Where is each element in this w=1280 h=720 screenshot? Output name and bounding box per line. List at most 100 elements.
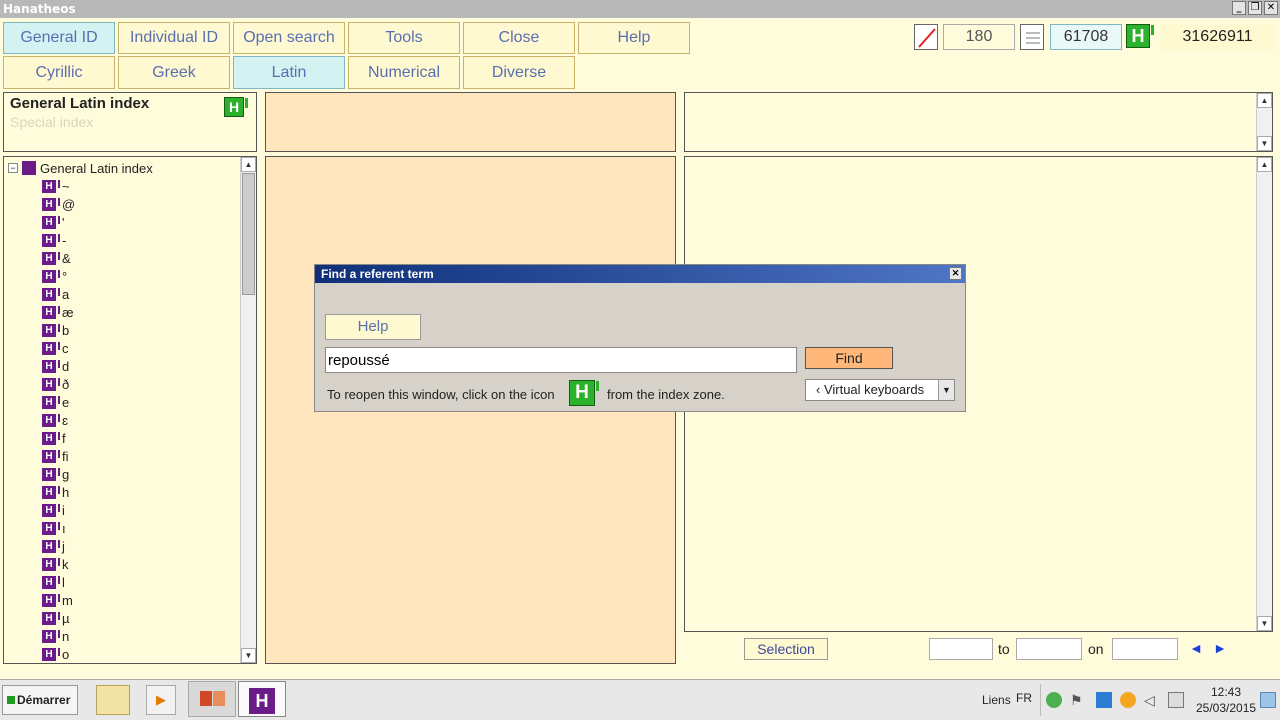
tree-item[interactable]: Hfi [8,447,238,465]
dialog-title: Find a referent term [321,267,434,281]
tree-item[interactable]: Hf [8,429,238,447]
scroll-up-icon[interactable]: ▲ [1257,93,1272,108]
reopen-search-icon[interactable]: H [224,97,248,117]
help-button[interactable]: Help [578,22,690,54]
previous-icon[interactable]: ◄ [1186,640,1206,658]
tree-item[interactable]: Hk [8,555,238,573]
start-button[interactable]: Démarrer [2,685,78,715]
office-app-icon[interactable] [188,681,236,717]
index-entry-icon: H [42,395,60,409]
tree-item[interactable]: Hj [8,537,238,555]
tree-item[interactable]: Hµ [8,609,238,627]
individual-id-button[interactable]: Individual ID [118,22,230,54]
restore-icon[interactable]: ❐ [1248,1,1262,15]
clock[interactable]: 12:43 25/03/2015 [1196,684,1256,716]
scroll-down-icon[interactable]: ▼ [1257,136,1272,151]
tools-button[interactable]: Tools [348,22,460,54]
close-button[interactable]: Close [463,22,575,54]
tree-item-label: ° [62,268,68,284]
links-label[interactable]: Liens [982,693,1011,707]
tree-item[interactable]: H ~ [8,177,238,195]
index-entry-icon: H [42,377,60,391]
windows-logo-icon [7,696,15,704]
tree-item[interactable]: Hd [8,357,238,375]
tree-item-label: f [62,430,66,446]
general-id-button[interactable]: General ID [3,22,115,54]
range-from-input[interactable] [929,638,993,660]
tree-item-label: & [62,250,71,266]
right-scroll-down-icon[interactable]: ▼ [1257,616,1272,631]
tree-item[interactable]: Hı [8,519,238,537]
flag-tray-icon[interactable]: ⚑ [1070,692,1086,708]
clock-time: 12:43 [1210,685,1242,699]
tree-item-label: n [62,628,70,644]
tree-item[interactable]: Hæ [8,303,238,321]
book-icon [22,161,36,175]
tree-item[interactable]: Hi [8,501,238,519]
tree-item-label: æ [62,304,74,320]
dialog-hint-after: from the index zone. [607,387,725,402]
open-search-button[interactable]: Open search [233,22,345,54]
tree-item-label: ı [62,520,66,536]
tree-item[interactable]: H ° [8,267,238,285]
range-to-input[interactable] [1016,638,1082,660]
tree-item[interactable]: H @ [8,195,238,213]
virtual-keyboards-select[interactable]: ‹ Virtual keyboards ▼ [805,379,955,401]
tree-item[interactable]: Hn [8,627,238,645]
tree-item[interactable]: H & [8,249,238,267]
tree-item[interactable]: Hc [8,339,238,357]
next-icon[interactable]: ► [1210,640,1230,658]
dialog-help-button[interactable]: Help [325,314,421,340]
tree-item[interactable]: He [8,393,238,411]
show-desktop-icon[interactable] [1260,692,1276,708]
language-indicator[interactable]: FR [1016,691,1032,705]
tree-scroll-down-icon[interactable]: ▼ [241,648,256,663]
collapse-icon[interactable]: − [8,163,18,173]
blank-page-icon[interactable] [914,24,938,50]
network-tray-icon[interactable] [1096,692,1112,708]
tree-scroll-up-icon[interactable]: ▲ [241,157,256,172]
display-tray-icon[interactable] [1168,692,1184,708]
tree-item[interactable]: Hg [8,465,238,483]
search-term-input[interactable] [325,347,797,373]
document-icon[interactable] [1020,24,1044,50]
volume-tray-icon[interactable]: ◁ [1144,692,1160,708]
tab-cyrillic[interactable]: Cyrillic [3,56,115,89]
tree-item[interactable]: Hð [8,375,238,393]
index-subtitle[interactable]: Special index [10,114,93,130]
tree-item[interactable]: Ho [8,645,238,663]
tree-item[interactable]: H ' [8,213,238,231]
tree-item[interactable]: H- [8,231,238,249]
index-entry-icon: H [42,251,60,265]
security-tray-icon[interactable] [1046,692,1062,708]
range-total-input[interactable] [1112,638,1178,660]
index-entry-icon: H [42,557,60,571]
tree-item[interactable]: Ha [8,285,238,303]
hanatheos-taskbar-icon[interactable]: H [238,681,286,717]
tab-greek[interactable]: Greek [118,56,230,89]
find-button[interactable]: Find [805,347,893,369]
tab-latin[interactable]: Latin [233,56,345,89]
close-window-icon[interactable]: ✕ [1264,1,1278,15]
tab-numerical[interactable]: Numerical [348,56,460,89]
tree-item[interactable]: Hb [8,321,238,339]
file-explorer-icon[interactable] [96,685,130,715]
tree-item[interactable]: Hɛ [8,411,238,429]
tree-item[interactable]: Hh [8,483,238,501]
minimize-icon[interactable]: _ [1232,1,1246,15]
dropdown-arrow-icon[interactable]: ▼ [938,380,954,400]
tree-item[interactable]: Hm [8,591,238,609]
tree-scroll-thumb[interactable] [242,173,255,295]
media-player-icon[interactable]: ▶ [146,685,176,715]
to-label: to [998,641,1010,657]
tree-item[interactable]: Hl [8,573,238,591]
right-scroll-up-icon[interactable]: ▲ [1257,157,1272,172]
tree-item-label: m [62,592,73,608]
selection-button[interactable]: Selection [744,638,828,660]
update-tray-icon[interactable] [1120,692,1136,708]
tree-root[interactable]: − General Latin index [8,159,238,177]
dialog-close-icon[interactable]: ✕ [949,267,962,280]
start-label: Démarrer [17,693,71,707]
tab-diverse[interactable]: Diverse [463,56,575,89]
tree-root-label: General Latin index [40,160,153,176]
